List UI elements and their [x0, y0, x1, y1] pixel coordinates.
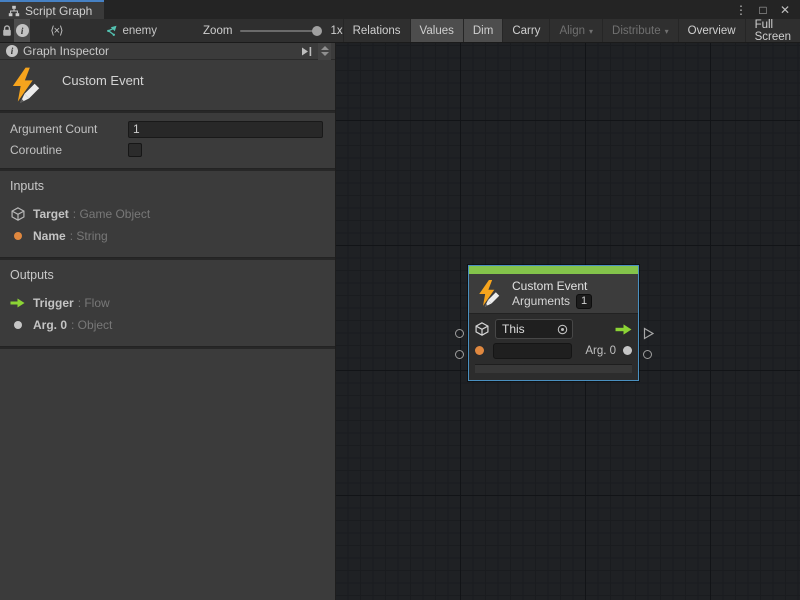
section-divider: [0, 346, 335, 349]
port-name: Arg. 0: [33, 318, 67, 332]
graph-canvas[interactable]: Custom Event Arguments 1 This: [336, 43, 800, 600]
object-port-icon: [14, 321, 22, 329]
graph-inspector-header: i Graph Inspector: [0, 43, 335, 60]
node-header[interactable]: Custom Event Arguments 1: [469, 274, 638, 314]
node-arguments-count: 1: [576, 294, 592, 309]
node-output-port-trigger[interactable]: [642, 327, 655, 340]
port-name: Trigger: [33, 296, 74, 310]
panel-scroll-spinner[interactable]: [318, 43, 331, 60]
zoom-label: Zoom: [203, 25, 232, 37]
inspector-toggle-button[interactable]: i: [14, 19, 30, 42]
tab-label: Script Graph: [25, 4, 92, 18]
arg0-output-label: Arg. 0: [585, 345, 616, 357]
node-title: Custom Event: [512, 279, 592, 293]
custom-event-icon: [477, 280, 503, 308]
code-icon: ⟨×⟩: [50, 24, 62, 37]
game-object-cube-icon: [475, 322, 489, 336]
output-port-row: Arg. 0 : Object: [10, 314, 325, 336]
flow-arrow-icon: [10, 298, 25, 308]
argument-count-row: Argument Count: [10, 120, 323, 138]
dim-button[interactable]: Dim: [464, 19, 503, 42]
input-port-row: Name : String: [10, 225, 325, 247]
panel-title: Graph Inspector: [23, 44, 296, 58]
argument-count-input[interactable]: [128, 121, 323, 138]
zoom-slider-handle[interactable]: [312, 26, 322, 36]
node-output-port-arg0[interactable]: [643, 350, 652, 359]
event-fields: Argument Count Coroutine: [0, 113, 335, 168]
info-icon: i: [16, 24, 29, 37]
node-target-row: This: [475, 318, 632, 340]
zoom-slider[interactable]: [240, 30, 318, 32]
custom-event-node[interactable]: Custom Event Arguments 1 This: [468, 265, 639, 381]
scroll-up-icon: [321, 46, 329, 50]
argument-count-label: Argument Count: [10, 122, 128, 136]
graph-toolbar: i ⟨×⟩ enemy Zoom 1x Relations Values Dim: [0, 19, 800, 43]
custom-event-header: Custom Event: [0, 60, 335, 110]
node-input-port-target[interactable]: [455, 329, 464, 338]
event-title: Custom Event: [62, 73, 144, 88]
graph-inspector-panel: i Graph Inspector Custom Event: [0, 43, 336, 600]
object-port-icon: [623, 346, 632, 355]
script-graph-window: Script Graph ⋮ □ ✕ i ⟨×⟩: [0, 0, 800, 600]
scroll-down-icon: [321, 52, 329, 56]
node-arguments-label: Arguments: [512, 294, 570, 308]
custom-event-icon: [10, 67, 44, 105]
port-name: Target: [33, 207, 69, 221]
node-accent-bar: [469, 266, 638, 274]
node-name-row: Arg. 0: [475, 340, 632, 361]
chevron-down-icon: ▾: [665, 27, 669, 36]
dock-panel-icon[interactable]: [301, 46, 313, 57]
zoom-control: Zoom 1x: [203, 19, 343, 42]
code-view-button[interactable]: ⟨×⟩: [48, 19, 64, 42]
tab-script-graph[interactable]: Script Graph: [0, 0, 104, 19]
event-name-input[interactable]: [493, 343, 572, 359]
inputs-section: Inputs Target : Game Object Name : Strin…: [0, 171, 335, 257]
toolbar-buttons: Relations Values Dim Carry Align▾ Distri…: [343, 19, 800, 42]
coroutine-label: Coroutine: [10, 143, 128, 157]
zoom-value: 1x: [330, 25, 342, 37]
align-dropdown-button[interactable]: Align▾: [550, 19, 603, 42]
string-port-icon: [14, 232, 22, 240]
window-close-button[interactable]: ✕: [776, 1, 794, 18]
input-port-row: Target : Game Object: [10, 203, 325, 225]
port-type: : Game Object: [73, 207, 150, 221]
window-maximize-button[interactable]: □: [754, 1, 772, 18]
target-object-value: This: [502, 322, 557, 336]
values-button[interactable]: Values: [411, 19, 464, 42]
relations-button[interactable]: Relations: [344, 19, 411, 42]
graph-tab-icon: [8, 5, 20, 17]
overview-button[interactable]: Overview: [679, 19, 746, 42]
outputs-section: Outputs Trigger : Flow Arg. 0 : Object: [0, 260, 335, 346]
node-body: This: [469, 314, 638, 376]
target-object-dropdown[interactable]: This: [495, 319, 573, 339]
lock-button[interactable]: [0, 19, 14, 42]
lock-icon: [1, 24, 13, 37]
tab-bar: Script Graph ⋮ □ ✕: [0, 0, 800, 19]
coroutine-checkbox[interactable]: [128, 143, 142, 157]
output-port-row: Trigger : Flow: [10, 292, 325, 314]
node-input-port-name[interactable]: [455, 350, 464, 359]
port-name: Name: [33, 229, 66, 243]
info-icon: i: [6, 45, 18, 57]
window-controls: ⋮ □ ✕: [732, 0, 800, 19]
graph-asset-icon: [105, 25, 118, 37]
object-picker-icon[interactable]: [557, 324, 568, 335]
node-footer: [475, 364, 632, 373]
port-type: : Object: [71, 318, 112, 332]
graph-asset-reference[interactable]: enemy: [105, 19, 158, 42]
carry-button[interactable]: Carry: [503, 19, 550, 42]
inputs-title: Inputs: [10, 179, 325, 193]
game-object-cube-icon: [11, 207, 25, 221]
window-menu-button[interactable]: ⋮: [732, 1, 750, 18]
graph-asset-label: enemy: [123, 25, 158, 37]
string-port-icon: [475, 346, 484, 355]
distribute-dropdown-button[interactable]: Distribute▾: [603, 19, 679, 42]
port-type: : Flow: [78, 296, 110, 310]
coroutine-row: Coroutine: [10, 141, 323, 159]
chevron-down-icon: ▾: [589, 27, 593, 36]
outputs-title: Outputs: [10, 268, 325, 282]
full-screen-button[interactable]: Full Screen: [746, 19, 800, 42]
port-type: : String: [70, 229, 108, 243]
flow-arrow-icon: [615, 324, 632, 335]
